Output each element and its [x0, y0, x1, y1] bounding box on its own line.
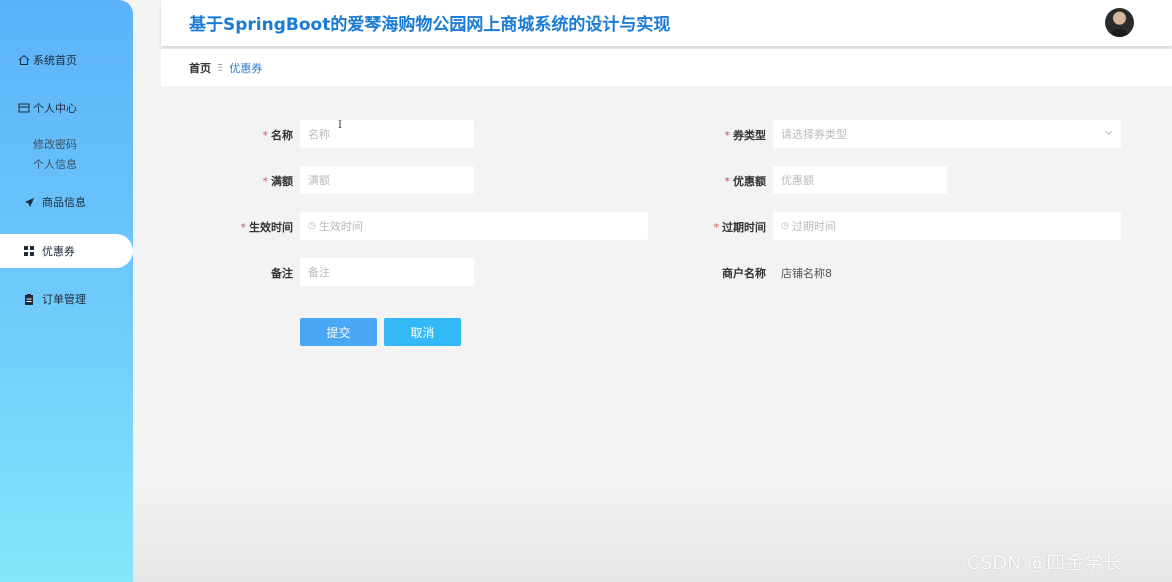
- breadcrumb-current: 优惠券: [229, 62, 263, 75]
- clipboard-icon: [22, 292, 36, 306]
- sidebar-item-personal-center[interactable]: 个人中心: [0, 93, 133, 123]
- note-input[interactable]: 备注: [300, 258, 474, 286]
- page-title: 基于SpringBoot的爱琴海购物公园网上商城系统的设计与实现: [189, 15, 671, 35]
- sidebar-subitem-change-password[interactable]: 修改密码: [33, 136, 77, 152]
- name-input[interactable]: 名称: [300, 120, 474, 148]
- sidebar: 系统首页 个人中心 修改密码 个人信息 商品信息 优惠券 订单管理: [0, 0, 133, 582]
- avatar[interactable]: [1105, 8, 1134, 37]
- sidebar-item-orders[interactable]: 订单管理: [0, 284, 133, 314]
- sidebar-subitem-personal-info[interactable]: 个人信息: [33, 156, 77, 172]
- sidebar-item-products[interactable]: 商品信息: [0, 187, 133, 217]
- sidebar-item-label: 商品信息: [42, 196, 86, 209]
- start-time-label: * 生效时间: [240, 221, 294, 234]
- sidebar-item-home[interactable]: 系统首页: [0, 45, 133, 75]
- grid-icon: [22, 244, 36, 258]
- merchant-label: 商户名称: [722, 267, 766, 280]
- end-time-picker[interactable]: ◷ 过期时间: [773, 212, 1121, 240]
- threshold-input[interactable]: 满额: [300, 166, 474, 194]
- sidebar-item-label: 优惠券: [42, 245, 75, 258]
- end-time-label: * 过期时间: [713, 221, 767, 234]
- breadcrumb-separator: Ξ: [217, 62, 224, 74]
- breadcrumb-bar: 首页 Ξ 优惠券: [161, 49, 1172, 86]
- clock-icon: ◷: [308, 221, 316, 231]
- home-icon: [17, 53, 31, 67]
- paper-plane-icon: [22, 195, 36, 209]
- discount-label: * 优惠额: [724, 175, 767, 188]
- chevron-down-icon: [1104, 128, 1113, 140]
- threshold-label: * 满额: [262, 175, 294, 188]
- discount-input[interactable]: 优惠额: [773, 166, 947, 194]
- watermark: CSDN @四金学长: [967, 552, 1123, 574]
- coupon-type-select[interactable]: 请选择券类型: [773, 120, 1121, 148]
- sidebar-item-label: 个人中心: [33, 102, 77, 115]
- submit-button[interactable]: 提交: [300, 318, 377, 346]
- text-cursor-icon: I: [338, 120, 342, 131]
- sidebar-item-label: 系统首页: [33, 54, 77, 67]
- clock-icon: ◷: [781, 221, 789, 231]
- coupon-type-label: * 券类型: [724, 129, 767, 142]
- start-time-picker[interactable]: ◷ 生效时间: [300, 212, 648, 240]
- card-icon: [17, 101, 31, 115]
- sidebar-item-coupons[interactable]: 优惠券: [0, 234, 133, 268]
- top-header: 基于SpringBoot的爱琴海购物公园网上商城系统的设计与实现: [161, 0, 1172, 46]
- sidebar-item-label: 订单管理: [42, 293, 86, 306]
- breadcrumb: 首页 Ξ 优惠券: [189, 60, 262, 76]
- note-label: 备注: [271, 267, 293, 280]
- name-label: * 名称: [262, 129, 294, 142]
- breadcrumb-home[interactable]: 首页: [189, 60, 211, 76]
- cancel-button[interactable]: 取消: [384, 318, 461, 346]
- merchant-value: 店铺名称8: [781, 267, 832, 280]
